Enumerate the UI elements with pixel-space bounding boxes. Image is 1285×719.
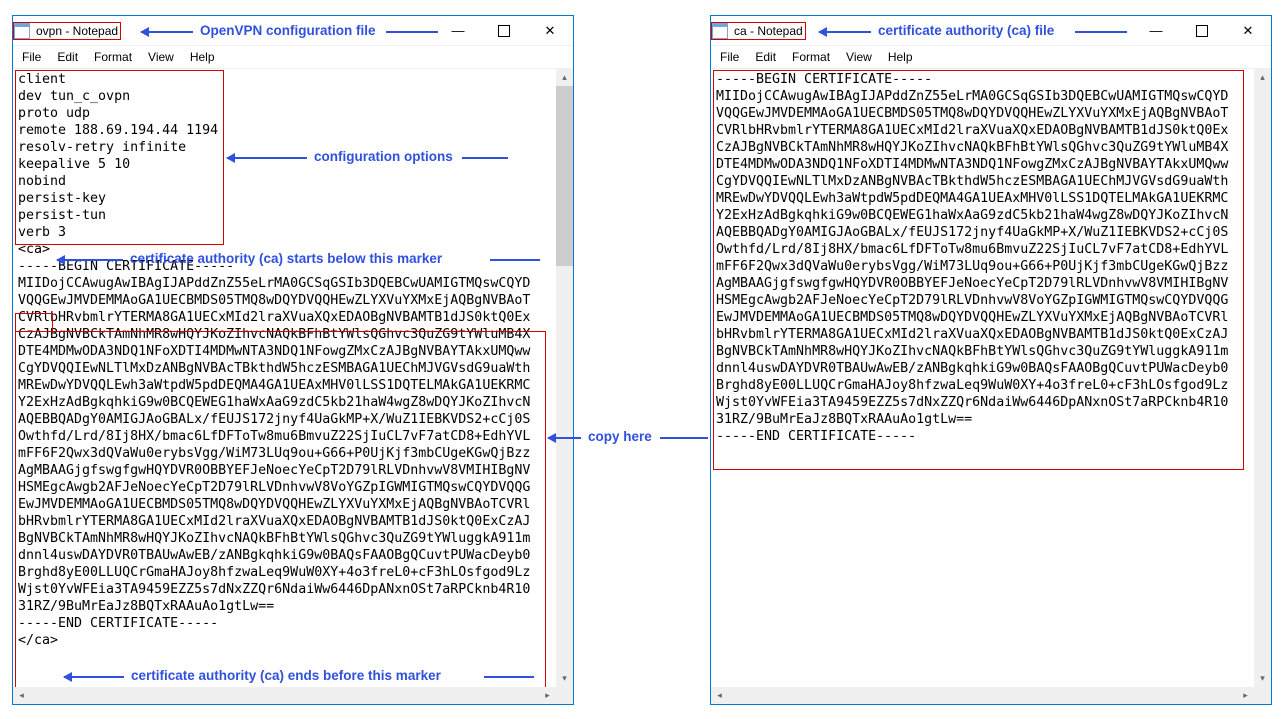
anno-copy-here: copy here	[588, 429, 652, 444]
anno-ca-ends: certificate authority (ca) ends before t…	[131, 668, 441, 683]
minimize-button[interactable]: —	[435, 16, 481, 45]
menu-edit[interactable]: Edit	[50, 48, 85, 66]
maximize-button[interactable]	[1179, 16, 1225, 45]
text-area[interactable]: client dev tun_c_ovpn proto udp remote 1…	[13, 69, 556, 687]
ovpn-notepad-window: ovpn - Notepad — ✕ File Edit Format View…	[12, 15, 574, 705]
minimize-button[interactable]: —	[1133, 16, 1179, 45]
menu-file[interactable]: File	[713, 48, 746, 66]
highlight-certificate-left	[16, 332, 545, 687]
highlight-ca-open	[16, 314, 52, 331]
close-button[interactable]: ✕	[527, 16, 573, 45]
arrow-icon	[490, 259, 540, 261]
scroll-left-icon[interactable]: ◂	[13, 687, 30, 704]
scrollbar-thumb[interactable]	[556, 86, 573, 266]
scroll-down-icon[interactable]: ▾	[1254, 670, 1271, 687]
menu-view[interactable]: View	[141, 48, 181, 66]
vertical-scrollbar[interactable]: ▴ ▾	[556, 69, 573, 687]
arrow-icon	[548, 437, 581, 439]
arrow-icon	[462, 157, 508, 159]
arrow-icon	[660, 437, 708, 439]
notepad-icon	[712, 23, 728, 39]
arrow-icon	[57, 259, 123, 261]
menu-help[interactable]: Help	[183, 48, 222, 66]
scroll-down-icon[interactable]: ▾	[556, 670, 573, 687]
menubar: File Edit Format View Help	[13, 46, 573, 68]
ca-open-tag: <ca>	[18, 242, 50, 257]
anno-ca-title: certificate authority (ca) file	[878, 23, 1054, 38]
window-title: ovpn - Notepad	[36, 24, 118, 38]
scroll-right-icon[interactable]: ▸	[539, 687, 556, 704]
arrow-icon	[484, 676, 534, 678]
anno-ca-starts: certificate authority (ca) starts below …	[130, 251, 442, 266]
highlight-config-options	[16, 71, 223, 244]
menu-view[interactable]: View	[839, 48, 879, 66]
arrow-icon	[141, 31, 193, 33]
scroll-up-icon[interactable]: ▴	[556, 69, 573, 86]
arrow-icon	[386, 31, 438, 33]
menu-format[interactable]: Format	[785, 48, 837, 66]
vertical-scrollbar[interactable]: ▴ ▾	[1254, 69, 1271, 687]
maximize-button[interactable]	[481, 16, 527, 45]
window-title: ca - Notepad	[734, 24, 803, 38]
menu-format[interactable]: Format	[87, 48, 139, 66]
horizontal-scrollbar[interactable]: ◂ ▸	[711, 687, 1271, 704]
notepad-icon	[14, 23, 30, 39]
arrow-icon	[1075, 31, 1127, 33]
scroll-up-icon[interactable]: ▴	[1254, 69, 1271, 86]
arrow-icon	[227, 157, 307, 159]
arrow-icon	[64, 676, 124, 678]
scroll-right-icon[interactable]: ▸	[1237, 687, 1254, 704]
ca-notepad-window: ca - Notepad — ✕ File Edit Format View H…	[710, 15, 1272, 705]
menubar: File Edit Format View Help	[711, 46, 1271, 68]
anno-config-options: configuration options	[314, 149, 453, 164]
menu-file[interactable]: File	[15, 48, 48, 66]
anno-ovpn-title: OpenVPN configuration file	[200, 23, 376, 38]
menu-edit[interactable]: Edit	[748, 48, 783, 66]
scroll-left-icon[interactable]: ◂	[711, 687, 728, 704]
highlight-certificate-right	[714, 71, 1243, 469]
horizontal-scrollbar[interactable]: ◂ ▸	[13, 687, 573, 704]
arrow-icon	[819, 31, 871, 33]
text-area[interactable]: -----BEGIN CERTIFICATE----- MIIDojCCAwug…	[711, 69, 1254, 687]
close-button[interactable]: ✕	[1225, 16, 1271, 45]
menu-help[interactable]: Help	[881, 48, 920, 66]
